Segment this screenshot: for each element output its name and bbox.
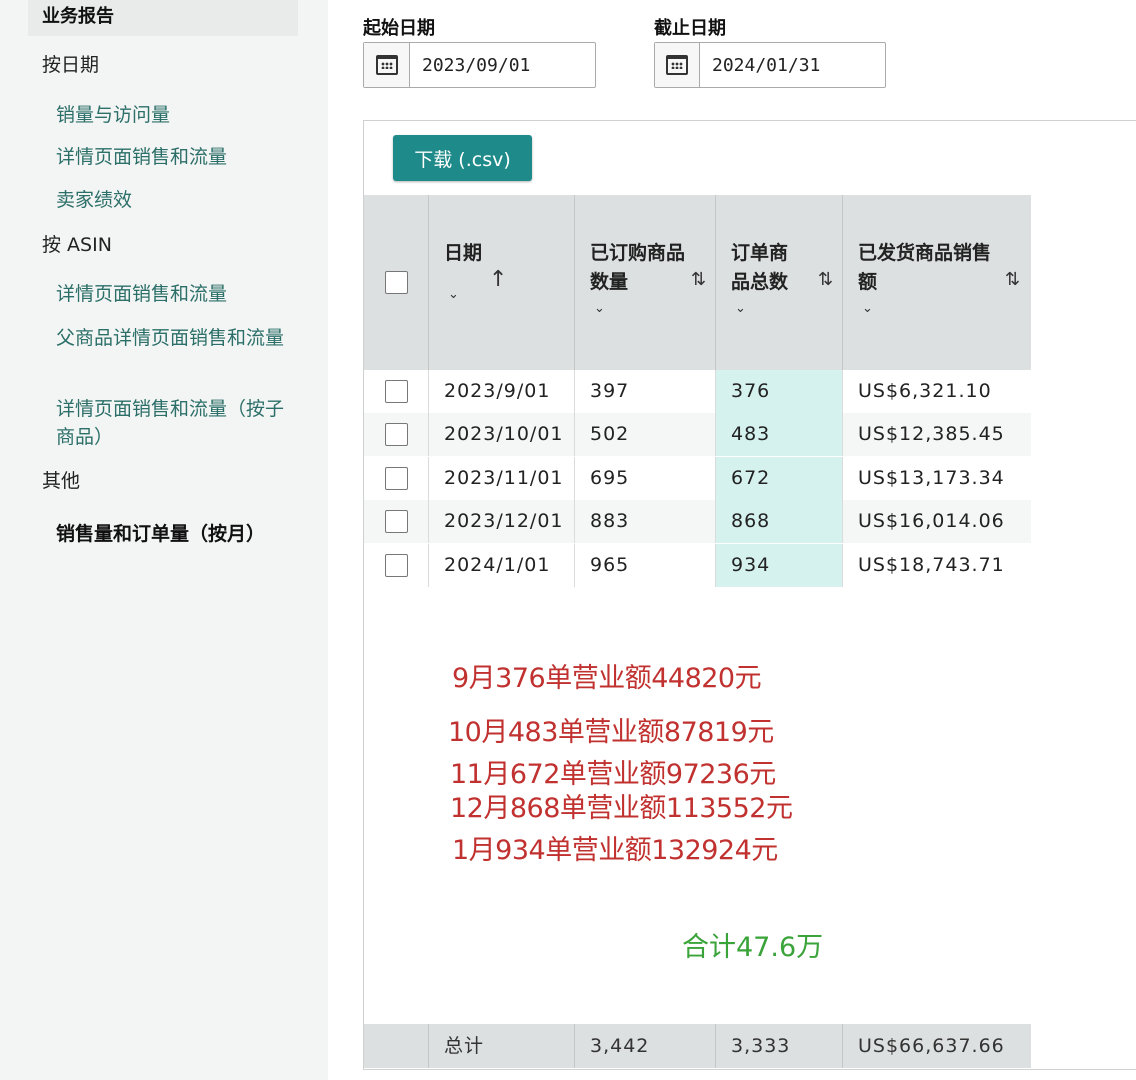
cell-units: 502 (575, 413, 716, 456)
header-units-ordered[interactable]: 已订购商品数量 ⇅ ⌄ (575, 195, 716, 370)
sidebar-item-sales-traffic[interactable]: 销量与访问量 (56, 101, 292, 129)
chevron-down-icon[interactable]: ⌄ (448, 287, 459, 302)
start-date-picker (363, 42, 596, 88)
sidebar-group-other: 其他 (42, 470, 81, 492)
table-total-row: 总计 3,442 3,333 US$66,637.66 (364, 1024, 1031, 1068)
cell-units: 883 (575, 500, 716, 543)
header-units-ordered-label: 已订购商品数量 (590, 242, 686, 293)
cell-sales: US$6,321.10 (858, 380, 992, 402)
cell-sales: US$13,173.34 (858, 467, 1005, 489)
end-date-picker (654, 42, 886, 88)
annotation-line: 10月483单营业额87819元 (448, 717, 774, 748)
header-shipped-sales-label: 已发货商品销售额 (858, 242, 992, 293)
total-units: 3,442 (575, 1024, 716, 1068)
sidebar-item-asin-detail-page[interactable]: 详情页面销售和流量 (56, 280, 292, 308)
start-date-calendar-button[interactable] (364, 43, 410, 87)
header-date-label: 日期 (444, 242, 483, 264)
table-header: 日期 ↑ ⌄ 已订购商品数量 ⇅ ⌄ 订单商品总数 ⇅ ⌄ 已发货商品销售额 ⇅… (364, 195, 1031, 370)
download-csv-button[interactable]: 下载 (.csv) (393, 135, 532, 181)
annotation-line: 1月934单营业额132924元 (452, 835, 778, 866)
sidebar-item-monthly-sales-orders[interactable]: 销售量和订单量（按月） (56, 519, 265, 546)
annotation-line: 12月868单营业额113552元 (450, 793, 793, 824)
cell-date: 2023/10/01 (429, 413, 575, 456)
total-empty-cell (364, 1024, 429, 1068)
end-date-label: 截止日期 (654, 18, 726, 39)
header-select-cell (364, 195, 429, 370)
cell-date: 2023/9/01 (429, 370, 575, 413)
cell-date: 2023/11/01 (429, 457, 575, 500)
cell-orders: 376 (716, 370, 843, 413)
start-date-input[interactable] (410, 43, 595, 87)
chevron-down-icon[interactable]: ⌄ (594, 301, 605, 316)
sort-icon[interactable]: ⇅ (818, 269, 833, 290)
sort-icon[interactable]: ⇅ (691, 269, 706, 290)
sidebar: 业务报告 按日期 销量与访问量 详情页面销售和流量 卖家绩效 按 ASIN 详情… (0, 0, 328, 1080)
table-row: 2023/11/01 695 672 US$13,173.34 (364, 457, 1031, 500)
header-date[interactable]: 日期 ↑ ⌄ (429, 195, 575, 370)
sidebar-header: 业务报告 (28, 0, 298, 36)
cell-orders: 483 (716, 413, 843, 456)
chevron-down-icon[interactable]: ⌄ (735, 301, 746, 316)
annotation-total: 合计47.6万 (682, 932, 824, 963)
row-select-cell (364, 500, 429, 543)
row-checkbox[interactable] (385, 467, 408, 490)
annotation-line: 9月376单营业额44820元 (452, 663, 762, 694)
total-orders: 3,333 (716, 1024, 843, 1068)
end-date-block: 截止日期 (654, 14, 886, 88)
end-date-input[interactable] (700, 43, 885, 87)
header-shipped-sales[interactable]: 已发货商品销售额 ⇅ ⌄ (843, 195, 1031, 370)
row-select-cell (364, 370, 429, 413)
table-row: 2024/1/01 965 934 US$18,743.71 (364, 544, 1031, 587)
row-checkbox[interactable] (385, 554, 408, 577)
cell-units: 965 (575, 544, 716, 587)
total-sales: US$66,637.66 (858, 1035, 1005, 1057)
cell-sales: US$16,014.06 (858, 510, 1005, 532)
sidebar-group-by-asin: 按 ASIN (42, 234, 112, 256)
end-date-calendar-button[interactable] (655, 43, 700, 87)
sidebar-item-seller-performance[interactable]: 卖家绩效 (56, 186, 292, 214)
total-label: 总计 (429, 1024, 575, 1068)
cell-units: 397 (575, 370, 716, 413)
sidebar-item-parent-detail-page[interactable]: 父商品详情页面销售和流量 (56, 324, 292, 352)
cell-sales: US$12,385.45 (858, 423, 1005, 445)
cell-date: 2023/12/01 (429, 500, 575, 543)
table-row: 2023/12/01 883 868 US$16,014.06 (364, 500, 1031, 543)
sidebar-item-detail-page-sales[interactable]: 详情页面销售和流量 (56, 143, 292, 171)
table-row: 2023/10/01 502 483 US$12,385.45 (364, 413, 1031, 456)
start-date-label: 起始日期 (363, 18, 435, 39)
row-select-cell (364, 457, 429, 500)
header-total-order-items-label: 订单商品总数 (731, 242, 789, 293)
sidebar-item-child-detail-page[interactable]: 详情页面销售和流量（按子商品） (56, 395, 292, 451)
row-select-cell (364, 544, 429, 587)
calendar-icon (375, 55, 398, 75)
cell-orders: 672 (716, 457, 843, 500)
chevron-down-icon[interactable]: ⌄ (862, 301, 873, 316)
start-date-block: 起始日期 (363, 14, 596, 88)
cell-orders: 868 (716, 500, 843, 543)
row-select-cell (364, 413, 429, 456)
sort-ascending-icon[interactable]: ↑ (489, 267, 507, 292)
sort-icon[interactable]: ⇅ (1005, 269, 1020, 290)
cell-date: 2024/1/01 (429, 544, 575, 587)
table-row: 2023/9/01 397 376 US$6,321.10 (364, 370, 1031, 413)
cell-orders: 934 (716, 544, 843, 587)
calendar-icon (666, 55, 688, 75)
row-checkbox[interactable] (385, 423, 408, 446)
cell-units: 695 (575, 457, 716, 500)
header-total-order-items[interactable]: 订单商品总数 ⇅ ⌄ (716, 195, 843, 370)
sidebar-group-by-date: 按日期 (42, 54, 100, 76)
cell-sales: US$18,743.71 (858, 554, 1005, 576)
select-all-checkbox[interactable] (385, 271, 408, 294)
row-checkbox[interactable] (385, 380, 408, 403)
row-checkbox[interactable] (385, 510, 408, 533)
